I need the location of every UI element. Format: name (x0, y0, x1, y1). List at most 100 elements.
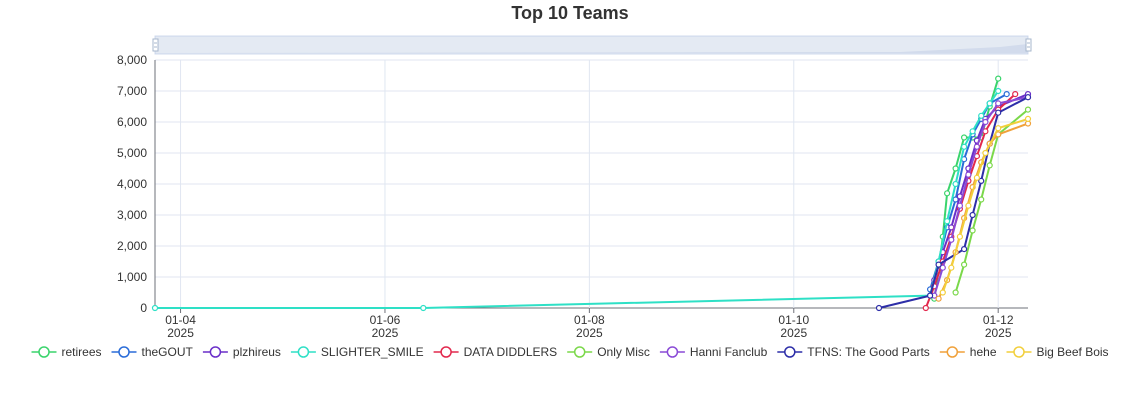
series-line[interactable] (941, 117, 1029, 293)
y-tick-label: 1,000 (117, 270, 147, 284)
legend-item[interactable]: Big Beef Bois (1006, 345, 1109, 359)
data-point[interactable] (956, 233, 964, 240)
legend[interactable]: retirees theGOUT plzhireus SLIGHTER_SMILE DA… (31, 345, 1109, 359)
data-point[interactable] (973, 143, 981, 150)
data-point[interactable] (875, 304, 883, 312)
x-tick-label: 01-06 (370, 313, 401, 327)
legend-label: plzhireus (233, 345, 281, 359)
legend-label: hehe (970, 345, 997, 359)
data-point[interactable] (1012, 90, 1019, 98)
legend-circle-icon (209, 346, 222, 358)
data-point[interactable] (952, 180, 959, 188)
legend-item[interactable]: DATA DIDDLERS (433, 345, 558, 359)
data-point[interactable] (960, 134, 968, 141)
data-point[interactable] (1024, 94, 1032, 101)
data-point[interactable] (420, 304, 427, 312)
legend-label: TFNS: The Good Parts (807, 345, 930, 359)
data-point[interactable] (960, 143, 968, 150)
data-point[interactable] (995, 87, 1002, 95)
y-tick-label: 8,000 (117, 53, 147, 67)
data-point[interactable] (986, 162, 993, 169)
series-line[interactable] (155, 90, 1000, 309)
y-tick-label: 5,000 (117, 146, 147, 160)
data-point[interactable] (995, 109, 1002, 116)
data-point[interactable] (960, 246, 968, 253)
data-point[interactable] (952, 165, 959, 172)
data-point[interactable] (948, 264, 955, 271)
data-point[interactable] (982, 118, 989, 126)
legend-label: theGOUT (142, 345, 194, 359)
data-point[interactable] (956, 202, 964, 209)
data-zoom-slider[interactable] (152, 35, 1032, 55)
legend-circle-icon (297, 346, 310, 358)
legend-item[interactable]: SLIGHTER_SMILE (290, 345, 424, 359)
legend-circle-icon (784, 346, 796, 358)
data-point[interactable] (978, 196, 985, 203)
data-point[interactable] (943, 190, 951, 197)
y-tick-label: 2,000 (117, 239, 147, 253)
legend-circle-icon (118, 346, 130, 358)
x-tick-year: 2025 (372, 326, 399, 340)
legend-label: Hanni Fanclub (690, 345, 768, 359)
data-point[interactable] (995, 75, 1002, 82)
data-point[interactable] (986, 100, 993, 107)
legend-label: DATA DIDDLERS (464, 345, 558, 359)
data-point[interactable] (1024, 106, 1032, 113)
legend-circle-icon (1013, 346, 1025, 358)
data-point[interactable] (948, 236, 955, 243)
legend-item[interactable]: retirees (31, 345, 102, 359)
legend-item[interactable]: plzhireus (202, 345, 281, 359)
data-point[interactable] (969, 227, 976, 234)
data-point[interactable] (922, 304, 929, 312)
legend-circle-icon (38, 346, 50, 358)
y-tick-label: 6,000 (117, 115, 147, 129)
legend-item[interactable]: Only Misc (567, 345, 650, 359)
data-point[interactable] (935, 261, 942, 268)
y-tick-label: 0 (140, 301, 147, 315)
y-tick-label: 3,000 (117, 208, 147, 222)
data-point[interactable] (960, 261, 968, 268)
data-point[interactable] (952, 289, 959, 296)
legend-item[interactable]: TFNS: The Good Parts (777, 345, 930, 359)
data-point[interactable] (943, 218, 951, 225)
data-point[interactable] (969, 211, 976, 219)
series-lines (151, 75, 1032, 312)
x-tick-label: 01-08 (574, 313, 605, 327)
data-point[interactable] (978, 112, 985, 119)
data-point[interactable] (151, 304, 159, 312)
legend-circle-icon (440, 346, 452, 358)
y-axis: 0 1,000 2,000 3,000 4,000 5,000 6,000 7,000 8,00… (117, 53, 156, 315)
zoom-handle-left[interactable] (152, 38, 159, 52)
legend-circle-icon (573, 346, 586, 358)
x-tick-label: 01-10 (778, 313, 809, 327)
legend-label: Only Misc (597, 345, 650, 359)
legend-circle-icon (666, 346, 679, 358)
data-point[interactable] (973, 174, 981, 181)
data-point[interactable] (1003, 90, 1010, 98)
data-point[interactable] (965, 171, 972, 178)
data-point[interactable] (939, 289, 946, 296)
data-point[interactable] (995, 100, 1002, 107)
zoom-selection (155, 36, 1028, 54)
data-point[interactable] (1024, 115, 1032, 123)
data-point[interactable] (965, 202, 972, 209)
data-point[interactable] (926, 292, 934, 299)
line-chart: Top 10 Teams 0 1,000 2,000 3,000 4,000 5,000 6… (31, 3, 1109, 359)
x-tick-year: 2025 (780, 326, 807, 340)
x-tick-label: 01-04 (165, 313, 196, 327)
grid (155, 59, 1028, 309)
legend-label: SLIGHTER_SMILE (321, 345, 424, 359)
legend-item[interactable]: Hanni Fanclub (659, 345, 768, 359)
x-axis: 01-04202501-06202501-08202501-10202501-1… (165, 308, 1014, 340)
legend-circle-icon (946, 346, 959, 358)
y-tick-label: 7,000 (117, 84, 147, 98)
legend-item[interactable]: hehe (939, 345, 997, 359)
legend-item[interactable]: theGOUT (111, 345, 194, 359)
data-point[interactable] (935, 295, 942, 302)
x-tick-year: 2025 (576, 326, 603, 340)
data-point[interactable] (982, 149, 989, 157)
data-point[interactable] (969, 128, 976, 135)
zoom-handle-right[interactable] (1025, 38, 1032, 52)
data-point[interactable] (995, 125, 1002, 132)
chart-title: Top 10 Teams (511, 3, 628, 23)
